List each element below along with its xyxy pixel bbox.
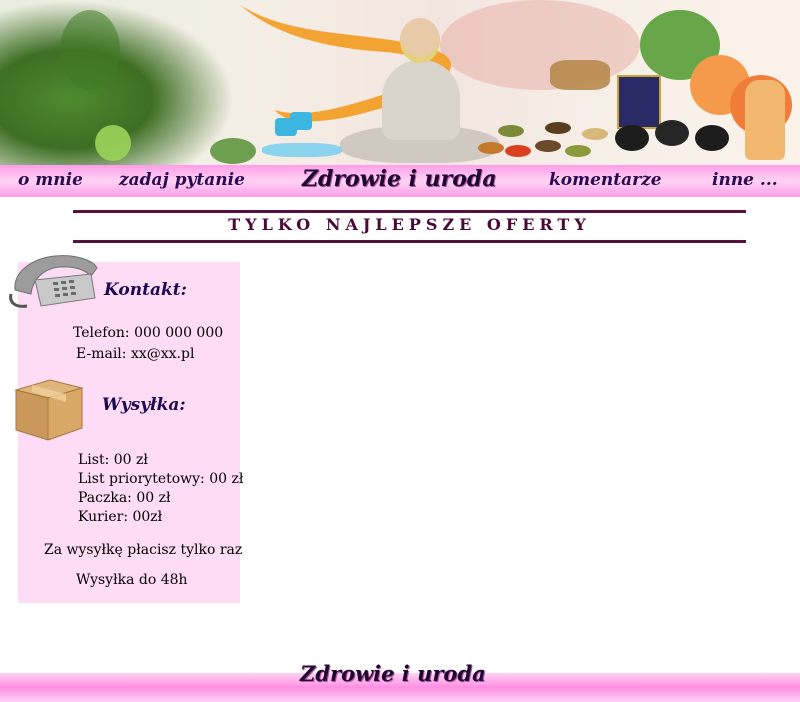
heading-divider-bottom <box>73 240 746 243</box>
contact-email[interactable]: E-mail: xx@xx.pl <box>76 346 194 362</box>
contact-phone: Telefon: 000 000 000 <box>73 325 224 341</box>
shipping-item: Kurier: 00zł <box>78 509 163 525</box>
nav-item-o-mnie[interactable]: o mnie <box>18 170 83 190</box>
shipping-item: List priorytetowy: 00 zł <box>78 471 244 487</box>
nav-item-zadaj-pytanie[interactable]: zadaj pytanie <box>119 170 245 190</box>
meditating-woman-head <box>400 18 440 63</box>
header-banner <box>0 0 800 165</box>
shipping-item: Paczka: 00 zł <box>78 490 171 506</box>
nav-item-inne[interactable]: inne ... <box>712 170 778 190</box>
footer-title: Zdrowie i uroda <box>300 661 486 686</box>
site-title[interactable]: Zdrowie i uroda <box>302 166 497 192</box>
shipping-item: List: 00 zł <box>78 452 148 468</box>
telephone-icon <box>9 255 98 308</box>
contact-title: Kontakt: <box>104 280 187 300</box>
offers-heading: TYLKO NAJLEPSZE OFERTY <box>228 215 591 234</box>
lotion-bottle-image <box>745 80 785 160</box>
shipping-title: Wysyłka: <box>102 395 186 415</box>
shipping-note: Za wysyłkę płacisz tylko raz <box>44 542 243 558</box>
cardboard-box-icon <box>14 379 84 441</box>
book-image <box>617 75 661 129</box>
main-navigation: o mnie zadaj pytanie Zdrowie i uroda kom… <box>0 165 800 197</box>
nav-item-komentarze[interactable]: komentarze <box>549 170 662 190</box>
meditating-woman <box>382 60 460 140</box>
heading-divider-top <box>73 210 746 213</box>
shipping-delivery-time: Wysyłka do 48h <box>76 572 188 588</box>
